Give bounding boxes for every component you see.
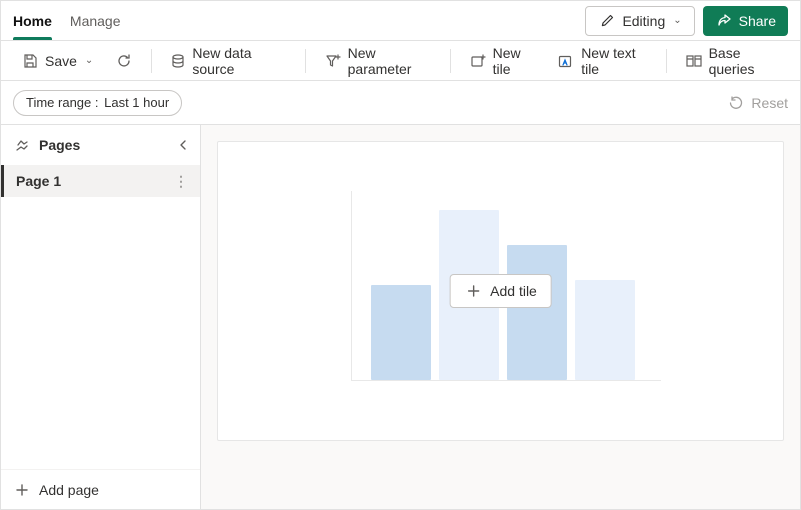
plus-icon: [13, 481, 31, 499]
toolbar: Save ⌄ New data source New parameter: [1, 41, 800, 81]
reset-icon: [727, 94, 745, 112]
collapse-pane-button[interactable]: [178, 140, 188, 150]
page-item-label: Page 1: [16, 173, 61, 189]
pages-header: Pages: [1, 125, 200, 165]
tile-plus-icon: [469, 52, 487, 70]
pages-title: Pages: [39, 137, 170, 153]
axis-y: [351, 191, 352, 381]
main: Pages Page 1 ⋮ Add page: [1, 125, 800, 509]
filter-row: Time range : Last 1 hour Reset: [1, 81, 800, 125]
base-queries-button[interactable]: Base queries: [677, 45, 788, 77]
time-range-label: Time range :: [26, 95, 99, 110]
add-page-button[interactable]: Add page: [1, 469, 200, 509]
pages-pane: Pages Page 1 ⋮ Add page: [1, 125, 201, 509]
editing-mode-button[interactable]: Editing ⌄: [585, 6, 694, 36]
empty-tile-card: Add tile: [217, 141, 784, 441]
new-tile-button[interactable]: New tile: [461, 45, 544, 77]
new-parameter-button[interactable]: New parameter: [316, 45, 440, 77]
share-icon: [715, 12, 733, 30]
save-icon: [21, 52, 39, 70]
page-item[interactable]: Page 1 ⋮: [1, 165, 200, 197]
database-icon: [170, 52, 186, 70]
editing-mode-label: Editing: [622, 13, 665, 29]
tab-home[interactable]: Home: [13, 1, 52, 40]
base-queries-label: Base queries: [709, 45, 780, 77]
new-text-tile-button[interactable]: New text tile: [549, 45, 655, 77]
divider: [151, 49, 152, 73]
page-item-more-button[interactable]: ⋮: [170, 173, 192, 190]
save-button[interactable]: Save ⌄: [13, 45, 101, 77]
new-parameter-label: New parameter: [348, 45, 432, 77]
new-data-source-button[interactable]: New data source: [162, 45, 295, 77]
divider: [305, 49, 306, 73]
tab-home-label: Home: [13, 13, 52, 29]
header-row: Home Manage Editing ⌄ Share: [1, 1, 800, 41]
placeholder-bar: [507, 245, 567, 380]
share-label: Share: [739, 13, 776, 29]
canvas: Add tile: [201, 125, 800, 509]
reset-button[interactable]: Reset: [727, 94, 788, 112]
app-root: Home Manage Editing ⌄ Share Save ⌄: [0, 0, 801, 510]
pages-icon: [13, 136, 31, 154]
time-range-chip[interactable]: Time range : Last 1 hour: [13, 90, 182, 116]
new-tile-label: New tile: [493, 45, 536, 77]
text-tile-icon: [557, 52, 575, 70]
save-label: Save: [45, 53, 77, 69]
axis-x: [351, 380, 661, 381]
refresh-button[interactable]: [107, 45, 141, 77]
plus-icon: [464, 282, 482, 300]
add-tile-button[interactable]: Add tile: [449, 274, 552, 308]
pencil-icon: [598, 12, 616, 30]
add-tile-label: Add tile: [490, 283, 537, 299]
tab-manage-label: Manage: [70, 13, 121, 29]
page-list: Page 1 ⋮: [1, 165, 200, 469]
divider: [666, 49, 667, 73]
base-queries-icon: [685, 52, 703, 70]
funnel-plus-icon: [324, 52, 342, 70]
new-data-source-label: New data source: [192, 45, 286, 77]
tab-manage[interactable]: Manage: [70, 1, 121, 40]
time-range-value: Last 1 hour: [104, 95, 169, 110]
placeholder-bar: [575, 280, 635, 380]
placeholder-bar: [371, 285, 431, 380]
tabs: Home Manage: [13, 1, 121, 40]
chevron-down-icon: ⌄: [85, 55, 93, 66]
share-button[interactable]: Share: [703, 6, 788, 36]
placeholder-chart: Add tile: [351, 201, 651, 381]
divider: [450, 49, 451, 73]
reset-label: Reset: [751, 95, 788, 111]
refresh-icon: [115, 52, 133, 70]
new-text-tile-label: New text tile: [581, 45, 647, 77]
chevron-down-icon: ⌄: [673, 15, 681, 26]
add-page-label: Add page: [39, 482, 99, 498]
